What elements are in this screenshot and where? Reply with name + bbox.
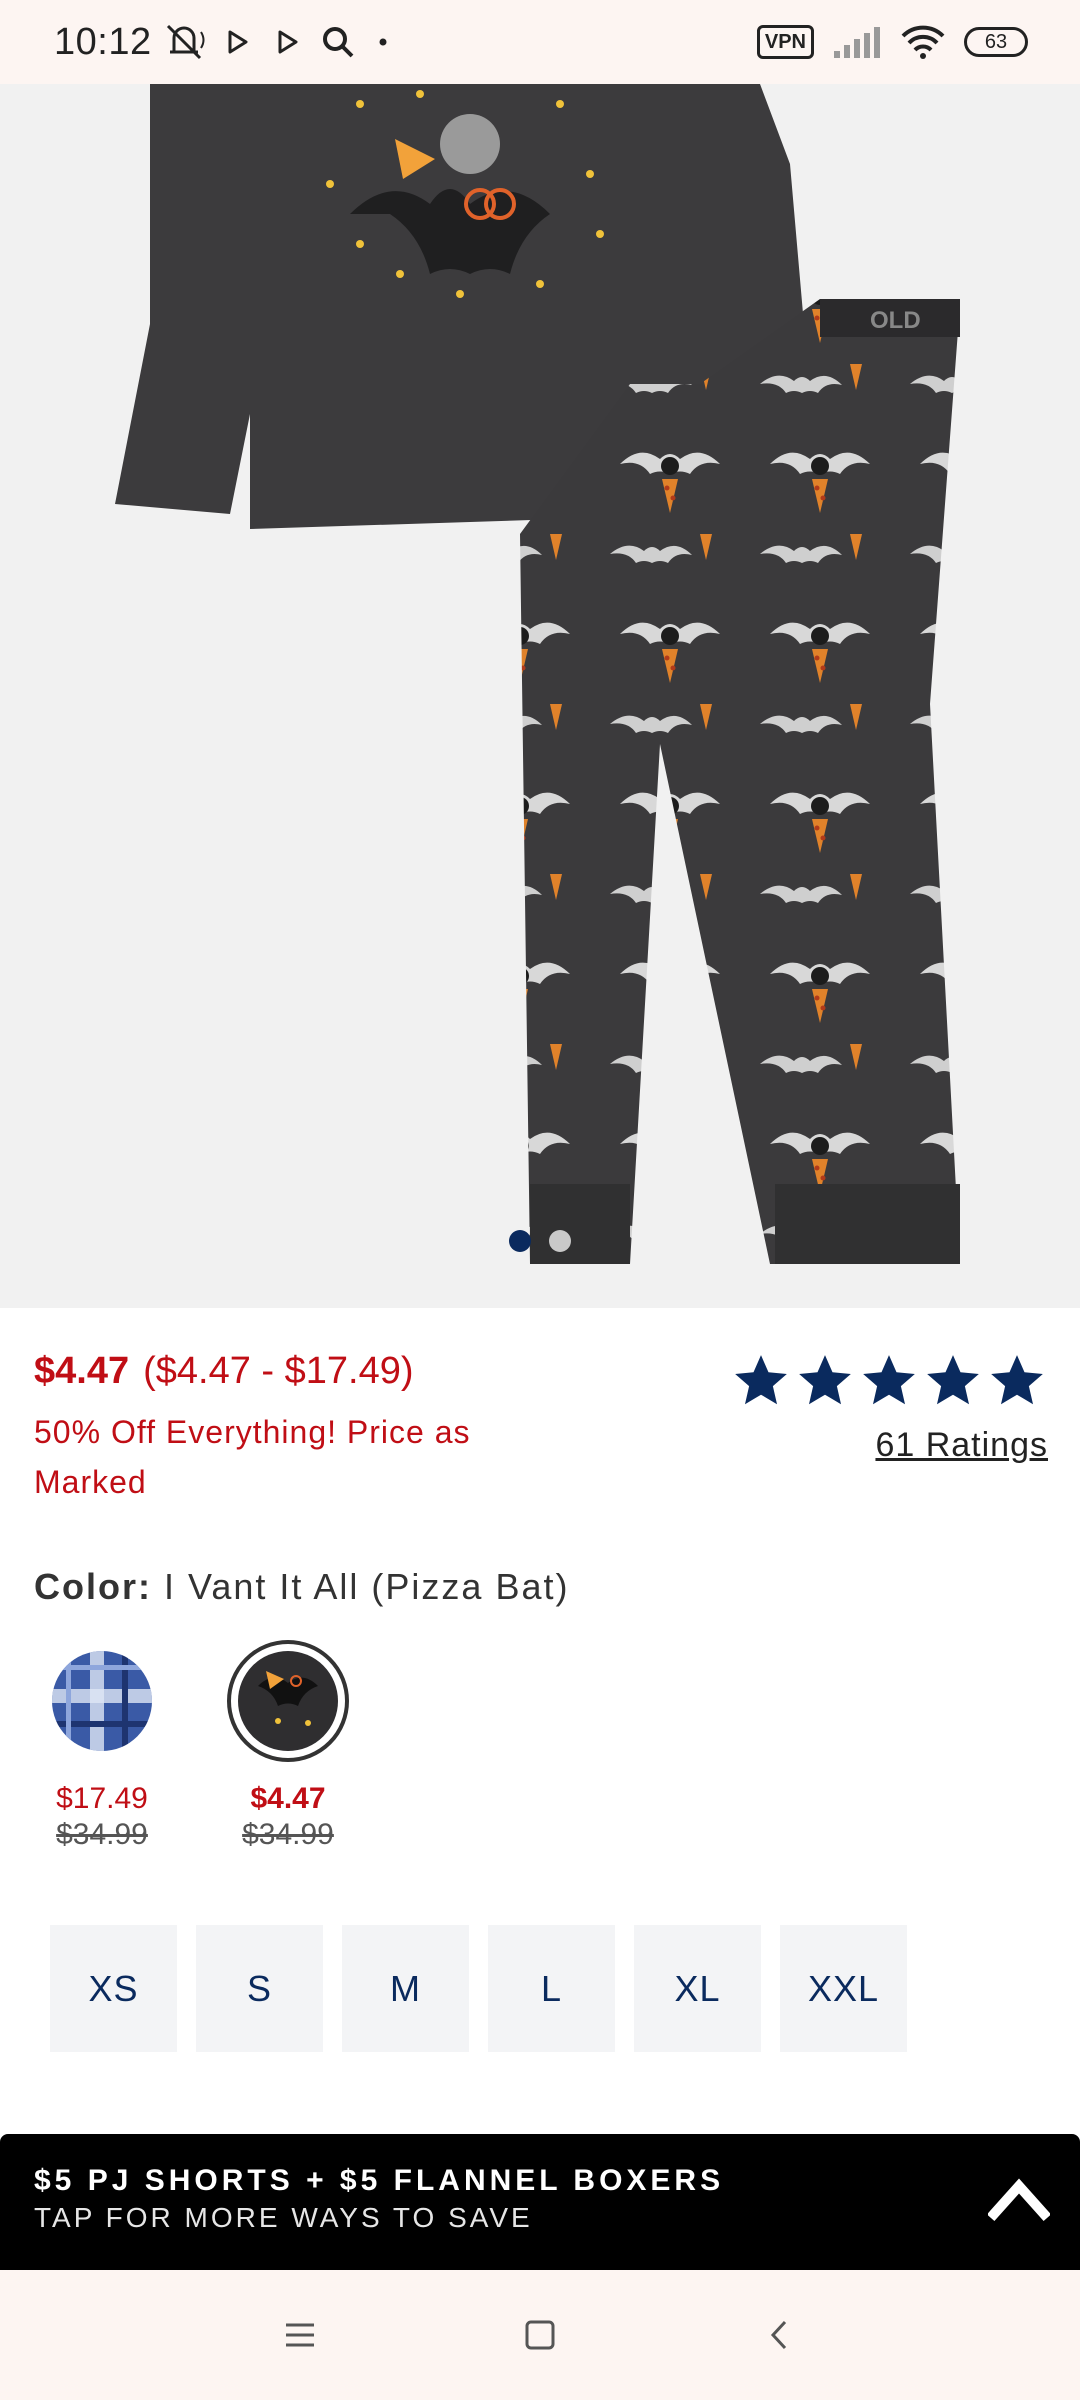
swatch-price: $17.49 [56, 1782, 148, 1815]
wifi-icon [901, 25, 945, 59]
mute-icon [166, 24, 205, 60]
star-icon [927, 1355, 979, 1405]
signal-icon [834, 27, 880, 58]
svg-text:OLD: OLD [870, 307, 921, 334]
pagination-dot[interactable] [509, 1230, 531, 1252]
search-icon [322, 27, 354, 58]
size-xs-button[interactable]: XS [50, 1925, 177, 2052]
color-row: Color: I Vant It All (Pizza Bat) [34, 1566, 569, 1608]
rating-stars [730, 1350, 1048, 1412]
promo-banner-title: $5 PJ SHORTS + $5 FLANNEL BOXERS [34, 2164, 725, 2197]
pagination-dot[interactable] [549, 1230, 571, 1252]
color-value: I Vant It All (Pizza Bat) [164, 1566, 570, 1607]
color-swatches: $17.49 $34.99 $4.47 $34.99 [34, 1640, 356, 1852]
swatch-pizza-bat [238, 1651, 338, 1751]
star-icon [799, 1355, 851, 1405]
battery-icon: 63 [964, 27, 1028, 57]
price-block: $4.47 ($4.47 - $17.49) 50% Off Everything… [34, 1350, 574, 1507]
system-nav-bar [0, 2270, 1080, 2400]
promo-text: 50% Off Everything! Price as Marked [34, 1414, 471, 1500]
product-image: OLD [115, 84, 960, 1264]
back-button[interactable] [750, 2305, 810, 2365]
rating-block[interactable]: 61 Ratings [730, 1350, 1048, 1465]
color-swatch[interactable]: $17.49 $34.99 [34, 1640, 170, 1852]
vpn-icon: VPN [756, 25, 814, 59]
swatch-original-price: $34.99 [56, 1818, 148, 1851]
dot-icon [379, 38, 387, 46]
gallery-pagination [0, 1230, 1080, 1252]
product-image-gallery[interactable]: OLD [0, 84, 1080, 1308]
promo-banner[interactable]: $5 PJ SHORTS + $5 FLANNEL BOXERS TAP FOR… [0, 2134, 1080, 2270]
status-bar: 10:12 VPN 63 [0, 0, 1080, 84]
status-time: 10:12 [54, 20, 152, 63]
chevron-up-icon[interactable] [988, 2174, 1050, 2224]
swatch-original-price: $34.99 [242, 1818, 334, 1851]
color-swatch-selected[interactable]: $4.47 $34.99 [220, 1640, 356, 1852]
size-s-button[interactable]: S [196, 1925, 323, 2052]
size-xxl-button[interactable]: XXL [780, 1925, 907, 2052]
home-icon [525, 2320, 555, 2350]
promo-banner-subtitle: TAP FOR MORE WAYS TO SAVE [34, 2202, 533, 2233]
swatch-price: $4.47 [250, 1782, 326, 1815]
play-icon [278, 30, 298, 54]
ratings-link[interactable]: 61 Ratings [730, 1426, 1048, 1465]
swatch-blue-plaid [52, 1651, 152, 1751]
menu-button[interactable] [270, 2305, 330, 2365]
sale-price: $4.47 [34, 1350, 130, 1392]
back-icon [770, 2320, 787, 2350]
star-icon [735, 1355, 787, 1405]
menu-icon [286, 2323, 314, 2347]
color-label: Color: [34, 1566, 152, 1607]
price-range: ($4.47 - $17.49) [143, 1350, 414, 1392]
star-icon [991, 1355, 1043, 1405]
play-icon [228, 30, 248, 54]
size-selector: XS S M L XL XXL [50, 1925, 907, 2052]
size-xl-button[interactable]: XL [634, 1925, 761, 2052]
home-button[interactable] [510, 2305, 570, 2365]
size-m-button[interactable]: M [342, 1925, 469, 2052]
star-icon [863, 1355, 915, 1405]
size-l-button[interactable]: L [488, 1925, 615, 2052]
